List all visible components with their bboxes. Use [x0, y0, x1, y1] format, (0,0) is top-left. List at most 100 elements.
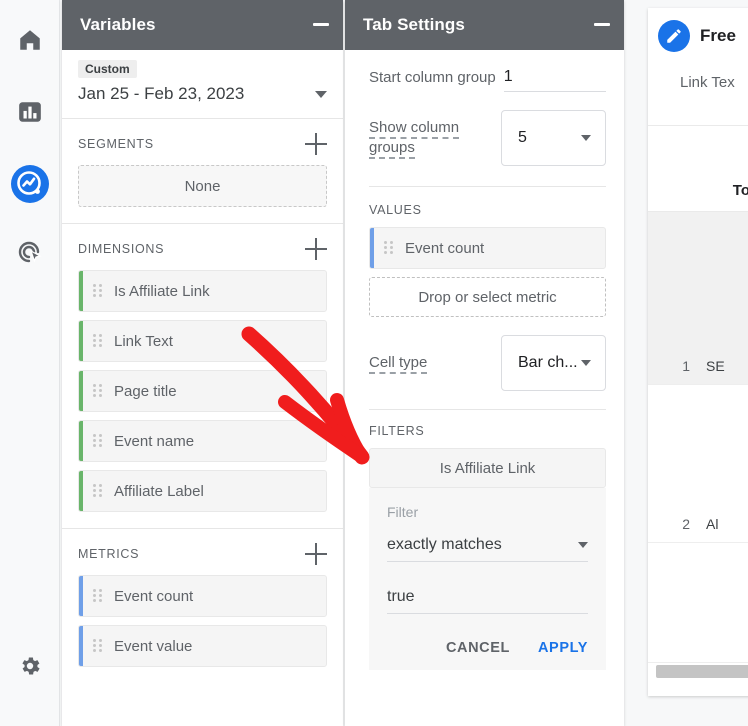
- report-title: Free: [700, 26, 736, 45]
- dimension-color-bar: [79, 271, 83, 311]
- filter-popup-label: Filter: [387, 504, 419, 520]
- dimension-label: Event name: [114, 432, 195, 450]
- tab-settings-panel-title: Tab Settings: [363, 15, 465, 34]
- value-chip[interactable]: Event count: [369, 227, 606, 269]
- show-column-groups-label: Show column groups: [369, 119, 460, 159]
- report-canvas-panel: Free Link Tex To 1 SE 2 Al: [648, 8, 748, 696]
- dimensions-section: DIMENSIONS Is Affiliate Link Link Text P…: [62, 224, 343, 529]
- metric-color-bar: [370, 228, 374, 268]
- table-row[interactable]: [648, 543, 748, 663]
- tab-settings-panel-header: Tab Settings: [345, 0, 624, 50]
- filter-value-input[interactable]: true: [387, 588, 588, 614]
- value-label: Event count: [405, 239, 485, 257]
- drop-or-select-metric-label: Drop or select metric: [418, 288, 557, 306]
- explore-icon[interactable]: [0, 154, 60, 214]
- segment-none-slot[interactable]: None: [78, 165, 327, 207]
- start-column-group-label: Start column group: [369, 69, 496, 86]
- dimension-color-bar: [79, 371, 83, 411]
- show-column-groups-value: 5: [518, 129, 527, 146]
- add-segment-button[interactable]: [305, 133, 327, 155]
- drag-handle-icon[interactable]: [93, 484, 102, 498]
- table-row[interactable]: 2 Al: [648, 385, 748, 543]
- metrics-section: METRICS Event count Event value: [62, 529, 343, 683]
- metric-chip[interactable]: Event value: [78, 625, 327, 667]
- metric-chip[interactable]: Event count: [78, 575, 327, 617]
- drag-handle-icon[interactable]: [93, 639, 102, 653]
- table-row-index: 1: [682, 358, 690, 374]
- filters-section: FILTERS Is Affiliate Link Filter exactly…: [369, 410, 606, 670]
- cell-type-select[interactable]: Bar ch...: [501, 335, 606, 391]
- cell-type-value: Bar ch...: [518, 354, 578, 371]
- date-range-selector[interactable]: Custom Jan 25 - Feb 23, 2023: [62, 50, 343, 119]
- horizontal-scrollbar[interactable]: [656, 665, 748, 678]
- drag-handle-icon[interactable]: [384, 241, 393, 255]
- cell-type-label-wrap: Cell type: [369, 353, 459, 374]
- table-row-value: Al: [706, 516, 719, 532]
- reports-icon[interactable]: [0, 82, 60, 142]
- filter-dimension-label: Is Affiliate Link: [439, 459, 536, 477]
- drag-handle-icon[interactable]: [93, 589, 102, 603]
- date-range-value: Jan 25 - Feb 23, 2023: [78, 84, 245, 103]
- variables-panel-header: Variables: [62, 0, 343, 50]
- start-column-group-input[interactable]: 1: [503, 68, 606, 92]
- left-nav-rail: [0, 0, 60, 726]
- drag-handle-icon[interactable]: [93, 384, 102, 398]
- date-range-row: Jan 25 - Feb 23, 2023: [78, 84, 327, 104]
- filter-editor-popup: Filter exactly matches true CANCEL APPLY: [369, 488, 606, 670]
- advertising-icon[interactable]: [0, 222, 60, 282]
- dimension-chip[interactable]: Affiliate Label: [78, 470, 327, 512]
- chevron-down-icon[interactable]: [581, 135, 591, 141]
- drag-handle-icon[interactable]: [93, 334, 102, 348]
- report-title-row: Free: [658, 20, 748, 52]
- minimize-icon[interactable]: [594, 22, 610, 26]
- values-title: VALUES: [369, 203, 422, 217]
- filter-dimension-chip[interactable]: Is Affiliate Link: [369, 448, 606, 488]
- table-column-header[interactable]: To: [648, 126, 748, 212]
- date-range-badge: Custom: [78, 60, 137, 78]
- table-row[interactable]: 1 SE: [648, 212, 748, 385]
- chevron-down-icon[interactable]: [581, 360, 591, 366]
- chevron-down-icon[interactable]: [578, 542, 588, 548]
- dimensions-header: DIMENSIONS: [78, 238, 327, 260]
- metric-color-bar: [79, 626, 83, 666]
- report-header: Free Link Tex: [648, 8, 748, 126]
- edit-pencil-icon[interactable]: [658, 20, 690, 52]
- dimension-label: Is Affiliate Link: [114, 282, 210, 300]
- cell-type-row: Cell type Bar ch...: [369, 335, 606, 391]
- dimension-chip[interactable]: Is Affiliate Link: [78, 270, 327, 312]
- add-dimension-button[interactable]: [305, 238, 327, 260]
- metric-label: Event count: [114, 587, 194, 605]
- metrics-title: METRICS: [78, 547, 140, 561]
- drag-handle-icon[interactable]: [93, 434, 102, 448]
- cell-type-label: Cell type: [369, 354, 428, 374]
- filter-popup-actions: CANCEL APPLY: [387, 640, 588, 656]
- filter-condition-select[interactable]: exactly matches: [387, 536, 588, 562]
- cancel-button[interactable]: CANCEL: [446, 640, 510, 656]
- gear-icon[interactable]: [0, 636, 60, 696]
- dimension-chip[interactable]: Link Text: [78, 320, 327, 362]
- add-metric-button[interactable]: [305, 543, 327, 565]
- dimension-label: Page title: [114, 382, 177, 400]
- dimension-chip[interactable]: Event name: [78, 420, 327, 462]
- table-row-value: SE: [706, 358, 725, 374]
- show-column-groups-select[interactable]: 5: [501, 110, 606, 166]
- home-icon[interactable]: [0, 10, 60, 70]
- dimension-chip[interactable]: Page title: [78, 370, 327, 412]
- table-column-header-label: To: [732, 182, 748, 199]
- start-column-group-row: Start column group 1: [369, 68, 606, 92]
- ga4-explore-screen: Variables Custom Jan 25 - Feb 23, 2023 S…: [0, 0, 748, 726]
- segment-none-label: None: [184, 177, 221, 195]
- report-subtitle: Link Tex: [680, 74, 735, 91]
- chevron-down-icon[interactable]: [315, 90, 327, 98]
- drag-handle-icon[interactable]: [93, 284, 102, 298]
- dimension-label: Link Text: [114, 332, 173, 350]
- apply-button[interactable]: APPLY: [538, 640, 588, 656]
- variables-panel: Variables Custom Jan 25 - Feb 23, 2023 S…: [62, 0, 343, 726]
- minimize-icon[interactable]: [313, 22, 329, 26]
- metrics-header: METRICS: [78, 543, 327, 565]
- show-column-groups-row: Show column groups 5: [369, 110, 606, 166]
- drop-or-select-metric-slot[interactable]: Drop or select metric: [369, 277, 606, 317]
- dimensions-title: DIMENSIONS: [78, 242, 165, 256]
- variables-panel-title: Variables: [80, 15, 156, 34]
- table-row-index: 2: [682, 516, 690, 532]
